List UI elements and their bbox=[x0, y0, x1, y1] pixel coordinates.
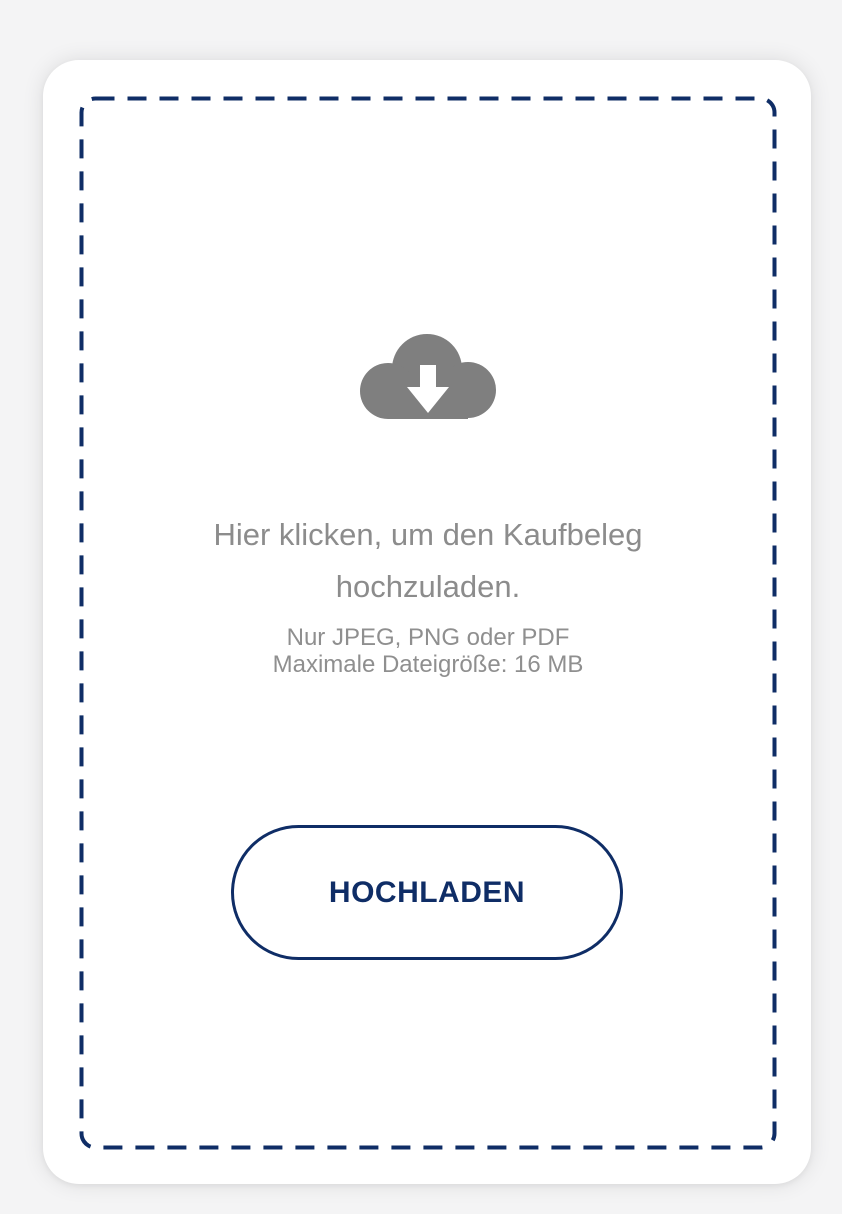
file-format-hint: Nur JPEG, PNG oder PDF bbox=[286, 624, 570, 651]
file-size-hint: Maximale Dateigröße: 16 MB bbox=[272, 651, 584, 678]
cloud-download-icon bbox=[360, 334, 496, 419]
upload-hint: Nur JPEG, PNG oder PDF Maximale Dateigrö… bbox=[100, 624, 756, 678]
upload-button[interactable]: HOCHLADEN bbox=[231, 825, 623, 960]
upload-dropzone[interactable] bbox=[79, 96, 777, 1150]
upload-instruction: Hier klicken, um den Kaufbeleg hochzulad… bbox=[213, 517, 643, 604]
dashed-border bbox=[79, 96, 777, 1150]
